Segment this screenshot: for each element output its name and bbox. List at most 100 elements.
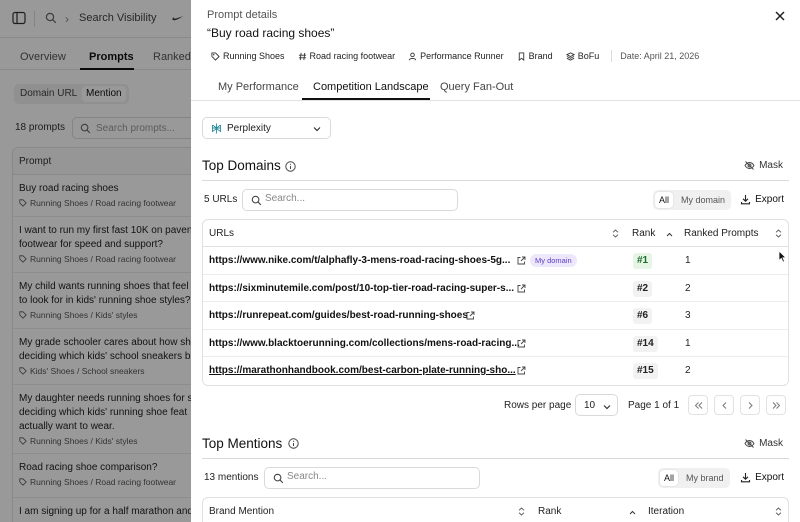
last-page-button[interactable]: [766, 395, 786, 415]
mention-count: 13 mentions: [204, 472, 259, 483]
external-link-icon[interactable]: [517, 366, 526, 375]
chip-label: Performance Runner: [420, 51, 504, 61]
column-ranked-prompts[interactable]: Ranked Prompts: [684, 228, 758, 239]
chip-label: Brand: [528, 51, 553, 61]
chevron-down-icon: [313, 127, 321, 132]
table-row[interactable]: https://marathonhandbook.com/best-carbon…: [203, 357, 788, 385]
mask-toggle[interactable]: Mask: [744, 160, 783, 171]
rank-badge: #2: [633, 280, 653, 297]
info-icon[interactable]: [288, 438, 299, 449]
sort-ascending-icon[interactable]: [629, 509, 636, 518]
ranked-prompts-value: 3: [685, 310, 691, 321]
rank-badge: #15: [633, 363, 658, 379]
download-icon: [741, 195, 751, 205]
chip-category: Running Shoes: [207, 48, 289, 64]
filter-all[interactable]: All: [655, 192, 674, 208]
table-row[interactable]: https://www.blacktoerunning.com/collecti…: [203, 330, 788, 357]
user-icon: [409, 52, 417, 60]
domain-search-field[interactable]: [265, 193, 415, 204]
filter-my-brand[interactable]: My brand: [682, 470, 728, 486]
table-row[interactable]: https://runrepeat.com/guides/best-road-r…: [203, 302, 788, 330]
export-mentions-button[interactable]: Export: [740, 472, 784, 483]
url-link[interactable]: https://www.nike.com/t/alphafly-3-mens-r…: [209, 255, 510, 266]
filter-all[interactable]: All: [660, 470, 679, 486]
external-link-icon[interactable]: [517, 339, 526, 348]
column-rank[interactable]: Rank: [632, 228, 655, 239]
sort-icon[interactable]: [775, 229, 782, 238]
divider: [611, 50, 613, 62]
pagination: Rows per page 10 Page 1 of 1: [191, 394, 800, 418]
rows-per-page-value: 10: [584, 400, 596, 411]
ranked-prompts-value: 1: [685, 255, 691, 266]
chevron-left-icon: [722, 402, 727, 409]
export-label: Export: [755, 472, 784, 483]
engine-select[interactable]: Perplexity: [202, 117, 331, 139]
close-icon[interactable]: [774, 10, 786, 22]
filter-my-domain[interactable]: My domain: [677, 192, 729, 208]
rank-badge: #14: [633, 335, 658, 352]
export-label: Export: [755, 194, 784, 205]
mask-label: Mask: [759, 160, 783, 171]
sort-icon[interactable]: [518, 507, 525, 516]
sort-icon[interactable]: [612, 229, 619, 238]
search-icon: [273, 473, 284, 484]
info-icon[interactable]: [285, 161, 296, 172]
prompt-details-panel: Prompt details “Buy road racing shoes” R…: [191, 0, 800, 522]
divider: [202, 458, 789, 459]
export-domains-button[interactable]: Export: [740, 194, 784, 205]
tag-icon: [211, 51, 220, 61]
rows-per-page-label: Rows per page: [504, 400, 572, 411]
my-domain-badge: My domain: [530, 254, 577, 267]
domain-filter: All My domain: [653, 190, 731, 210]
url-link[interactable]: https://www.blacktoerunning.com/collecti…: [209, 338, 520, 349]
mention-search-input[interactable]: [264, 467, 480, 489]
eye-off-icon: [744, 439, 755, 448]
mouse-cursor-icon: [778, 250, 787, 263]
table-row[interactable]: https://www.nike.com/t/alphafly-3-mens-r…: [203, 247, 788, 275]
rank-badge: #1: [633, 253, 653, 269]
column-brand-mention[interactable]: Brand Mention: [209, 506, 274, 517]
url-link[interactable]: https://runrepeat.com/guides/best-road-r…: [209, 310, 468, 321]
column-rank[interactable]: Rank: [538, 506, 561, 517]
column-urls[interactable]: URLs: [209, 228, 234, 239]
active-tab-indicator: [302, 98, 430, 100]
ranked-prompts-value: 2: [685, 282, 691, 294]
download-icon: [741, 473, 751, 483]
column-iteration[interactable]: Iteration: [648, 506, 684, 517]
rows-per-page-select[interactable]: 10: [575, 394, 618, 416]
url-count: 5 URLs: [204, 194, 238, 205]
mention-filter: All My brand: [658, 468, 730, 488]
chevrons-right-icon: [772, 402, 781, 409]
tab-my-performance[interactable]: My Performance: [218, 81, 299, 93]
ranked-prompts-value: 1: [685, 337, 691, 349]
chevrons-left-icon: [694, 402, 703, 409]
prompt-title: “Buy road racing shoes”: [207, 26, 335, 40]
chip-label: Running Shoes: [223, 51, 285, 61]
tab-competition-landscape[interactable]: Competition Landscape: [313, 81, 429, 93]
page-info: Page 1 of 1: [628, 400, 680, 411]
bookmark-icon: [518, 51, 524, 61]
divider: [202, 180, 789, 181]
mention-search-field[interactable]: [287, 471, 437, 482]
chevron-down-icon: [603, 405, 611, 410]
first-page-button[interactable]: [688, 395, 708, 415]
tab-query-fan-out[interactable]: Query Fan-Out: [440, 81, 513, 93]
url-link[interactable]: https://marathonhandbook.com/best-carbon…: [209, 365, 516, 376]
domains-table: URLs Rank Ranked Prompts https://www.nik…: [202, 219, 789, 386]
sort-icon[interactable]: [775, 507, 782, 516]
mask-toggle[interactable]: Mask: [744, 438, 783, 449]
url-link[interactable]: https://sixminutemile.com/post/10-top-ti…: [209, 283, 514, 294]
next-page-button[interactable]: [740, 395, 760, 415]
external-link-icon[interactable]: [517, 284, 526, 293]
previous-page-button[interactable]: [714, 395, 734, 415]
eye-off-icon: [744, 161, 755, 170]
external-link-icon[interactable]: [466, 311, 475, 320]
perplexity-icon: [212, 123, 221, 134]
domain-search-input[interactable]: [242, 189, 458, 211]
external-link-icon[interactable]: [517, 256, 526, 265]
engine-select-value: Perplexity: [227, 123, 271, 134]
sort-ascending-icon[interactable]: [666, 231, 673, 240]
rank-badge: #6: [633, 308, 653, 324]
table-row[interactable]: https://sixminutemile.com/post/10-top-ti…: [203, 275, 788, 302]
table-header: URLs Rank Ranked Prompts: [203, 220, 788, 247]
